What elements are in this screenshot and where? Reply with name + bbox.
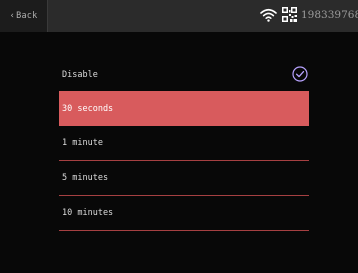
option-label: 30 seconds [62, 103, 114, 114]
device-id: 19833976863 [301, 9, 358, 21]
status-bar: ‹ Back 19833976863 [0, 0, 358, 32]
option-30-seconds[interactable]: 30 seconds [59, 91, 309, 126]
back-button[interactable]: ‹ Back [0, 0, 48, 32]
option-label: 1 minute [62, 138, 103, 148]
screen-timeout-settings: ‹ Back 19833976863 Disable [0, 0, 358, 273]
check-circle-icon [292, 66, 308, 82]
qr-code-icon[interactable] [282, 7, 297, 22]
wifi-icon [260, 8, 277, 22]
option-label: 5 minutes [62, 173, 109, 183]
chevron-left-icon: ‹ [9, 11, 16, 21]
option-label: Disable [62, 69, 98, 80]
option-1-minute[interactable]: 1 minute [59, 126, 309, 161]
option-disable[interactable]: Disable [59, 57, 309, 92]
option-10-minutes[interactable]: 10 minutes [59, 196, 309, 231]
option-5-minutes[interactable]: 5 minutes [59, 161, 309, 196]
option-label: 10 minutes [62, 208, 114, 218]
back-label: Back [16, 11, 38, 21]
